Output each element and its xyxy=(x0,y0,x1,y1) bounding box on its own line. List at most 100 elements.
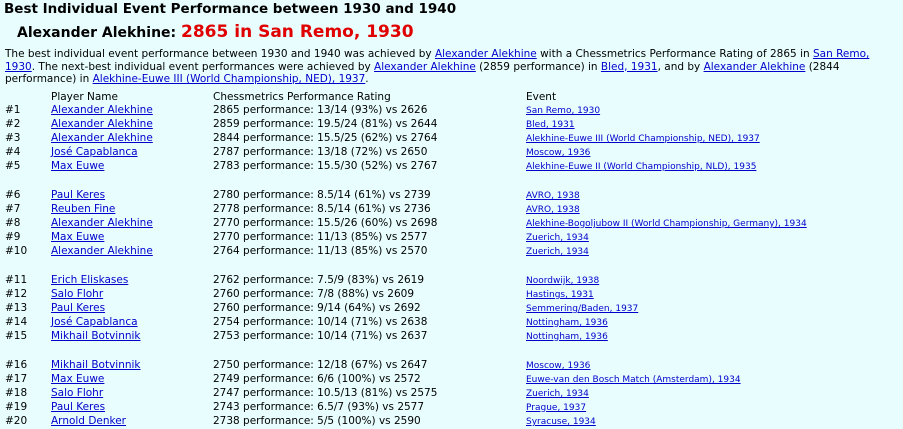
performance-cell: 2750 performance: 12/18 (67%) vs 2647 xyxy=(213,358,428,371)
performance-cell: 2747 performance: 10.5/13 (81%) vs 2575 xyxy=(213,386,438,399)
rank-cell: #11 xyxy=(5,273,28,286)
table-row: #13 Paul Keres 2760 performance: 9/14 (64%… xyxy=(4,302,896,316)
event-cell: Nottingham, 1936 xyxy=(526,316,896,330)
player-cell: Paul Keres xyxy=(51,302,213,316)
event-cell: Moscow, 1936 xyxy=(526,359,896,373)
event-link[interactable]: Alekhine-Euwe II (World Championship, NL… xyxy=(526,162,756,172)
player-cell: Max Euwe xyxy=(51,373,213,387)
event-cell: Zuerich, 1934 xyxy=(526,231,896,245)
table-row: #8 Alexander Alekhine 2770 performance: 15… xyxy=(4,217,896,231)
intro-paragraph: The best individual event performance be… xyxy=(5,48,898,86)
rank-cell: #10 xyxy=(5,244,28,257)
player-link[interactable]: José Capablanca xyxy=(51,146,138,158)
rank-cell: #8 xyxy=(5,216,21,229)
table-row: #12 Salo Flohr 2760 performance: 7/8 (88%)… xyxy=(4,288,896,302)
event-link[interactable]: Prague, 1937 xyxy=(526,403,586,413)
performance-cell: 2778 performance: 8.5/14 (61%) vs 2736 xyxy=(213,202,431,215)
performance-cell: 2780 performance: 8.5/14 (61%) vs 2739 xyxy=(213,188,431,201)
event-link[interactable]: San Remo, 1930 xyxy=(526,106,600,116)
player-link[interactable]: Alexander Alekhine xyxy=(51,217,153,229)
table-row: #19 Paul Keres 2743 performance: 6.5/7 (93… xyxy=(4,401,896,415)
player-cell: Erich Eliskases xyxy=(51,274,213,288)
event-link[interactable]: Moscow, 1936 xyxy=(526,148,590,158)
table-row: #3 Alexander Alekhine 2844 performance: 15… xyxy=(4,132,896,146)
intro-text: The best individual event performance be… xyxy=(5,48,435,60)
intro-link-player-1[interactable]: Alexander Alekhine xyxy=(435,48,537,60)
rank-cell: #13 xyxy=(5,301,28,314)
player-link[interactable]: Arnold Denker xyxy=(51,415,126,427)
player-link[interactable]: Erich Eliskases xyxy=(51,274,128,286)
event-link[interactable]: Nottingham, 1936 xyxy=(526,332,608,342)
event-link[interactable]: AVRO, 1938 xyxy=(526,205,580,215)
player-link[interactable]: Alexander Alekhine xyxy=(51,104,153,116)
player-cell: Mikhail Botvinnik xyxy=(51,359,213,373)
table-row: #17 Max Euwe 2749 performance: 6/6 (100%) … xyxy=(4,373,896,387)
rank-cell: #9 xyxy=(5,230,21,243)
performance-cell: 2760 performance: 9/14 (64%) vs 2692 xyxy=(213,301,421,314)
player-link[interactable]: Max Euwe xyxy=(51,373,104,385)
table-row: #18 Salo Flohr 2747 performance: 10.5/13 (… xyxy=(4,387,896,401)
header-performance-rating: Chessmetrics Performance Rating xyxy=(213,90,391,103)
intro-link-player-2[interactable]: Alexander Alekhine xyxy=(374,61,476,73)
table-row: #4 José Capablanca 2787 performance: 13/18… xyxy=(4,146,896,160)
player-link[interactable]: Alexander Alekhine xyxy=(51,132,153,144)
event-link[interactable]: Euwe-van den Bosch Match (Amsterdam), 19… xyxy=(526,375,741,385)
table-row: #11 Erich Eliskases 2762 performance: 7.5/… xyxy=(4,274,896,288)
rank-cell: #16 xyxy=(5,358,28,371)
event-link[interactable]: AVRO, 1938 xyxy=(526,191,580,201)
rank-cell: #19 xyxy=(5,400,28,413)
performance-cell: 2859 performance: 19.5/24 (81%) vs 2644 xyxy=(213,117,438,130)
header-rank xyxy=(4,91,51,104)
rank-cell: #14 xyxy=(5,315,28,328)
performance-cell: 2844 performance: 15.5/25 (62%) vs 2764 xyxy=(213,131,438,144)
event-link[interactable]: Zuerich, 1934 xyxy=(526,233,589,243)
player-link[interactable]: Paul Keres xyxy=(51,189,105,201)
rank-cell: #3 xyxy=(5,131,21,144)
header-event: Event xyxy=(526,90,557,103)
player-link[interactable]: Alexander Alekhine xyxy=(51,118,153,130)
player-link[interactable]: Paul Keres xyxy=(51,302,105,314)
event-link[interactable]: Zuerich, 1934 xyxy=(526,247,589,257)
event-cell: Moscow, 1936 xyxy=(526,146,896,160)
event-link[interactable]: Semmering/Baden, 1937 xyxy=(526,304,638,314)
event-cell: Bled, 1931 xyxy=(526,118,896,132)
event-link[interactable]: Bled, 1931 xyxy=(526,120,575,130)
event-link[interactable]: Hastings, 1931 xyxy=(526,290,594,300)
event-link[interactable]: Alekhine-Bogoljubow II (World Championsh… xyxy=(526,219,807,229)
player-link[interactable]: Mikhail Botvinnik xyxy=(51,359,141,371)
player-cell: Alexander Alekhine xyxy=(51,245,213,259)
rank-cell: #7 xyxy=(5,202,21,215)
spacer-cell xyxy=(4,344,896,359)
player-link[interactable]: Salo Flohr xyxy=(51,387,103,399)
player-link[interactable]: Max Euwe xyxy=(51,160,104,172)
player-link[interactable]: Alexander Alekhine xyxy=(51,245,153,257)
player-link[interactable]: José Capablanca xyxy=(51,316,138,328)
event-cell: Hastings, 1931 xyxy=(526,288,896,302)
player-cell: José Capablanca xyxy=(51,316,213,330)
intro-link-player-3[interactable]: Alexander Alekhine xyxy=(704,61,806,73)
spacer-cell xyxy=(4,259,896,274)
rank-cell: #2 xyxy=(5,117,21,130)
player-cell: Alexander Alekhine xyxy=(51,118,213,132)
intro-link-event-3[interactable]: Alekhine-Euwe III (World Championship, N… xyxy=(93,73,366,85)
player-link[interactable]: Mikhail Botvinnik xyxy=(51,330,141,342)
event-link[interactable]: Zuerich, 1934 xyxy=(526,389,589,399)
intro-link-event-2[interactable]: Bled, 1931 xyxy=(601,61,658,73)
page-title: Best Individual Event Performance betwee… xyxy=(4,1,457,17)
performance-cell: 2770 performance: 11/13 (85%) vs 2577 xyxy=(213,230,428,243)
table-body: #1 Alexander Alekhine 2865 performance: 13… xyxy=(4,104,896,429)
table-row: #15 Mikhail Botvinnik 2753 performance: 10… xyxy=(4,330,896,344)
player-link[interactable]: Salo Flohr xyxy=(51,288,103,300)
event-cell: San Remo, 1930 xyxy=(526,104,896,118)
table-row: #5 Max Euwe 2783 performance: 15.5/30 (52%… xyxy=(4,160,896,174)
player-link[interactable]: Reuben Fine xyxy=(51,203,115,215)
player-cell: Paul Keres xyxy=(51,189,213,203)
player-link[interactable]: Max Euwe xyxy=(51,231,104,243)
performance-cell: 2762 performance: 7.5/9 (83%) vs 2619 xyxy=(213,273,425,286)
event-link[interactable]: Noordwijk, 1938 xyxy=(526,276,599,286)
event-link[interactable]: Alekhine-Euwe III (World Championship, N… xyxy=(526,134,760,144)
player-cell: Alexander Alekhine xyxy=(51,217,213,231)
player-link[interactable]: Paul Keres xyxy=(51,401,105,413)
event-link[interactable]: Nottingham, 1936 xyxy=(526,318,608,328)
event-link[interactable]: Moscow, 1936 xyxy=(526,361,590,371)
